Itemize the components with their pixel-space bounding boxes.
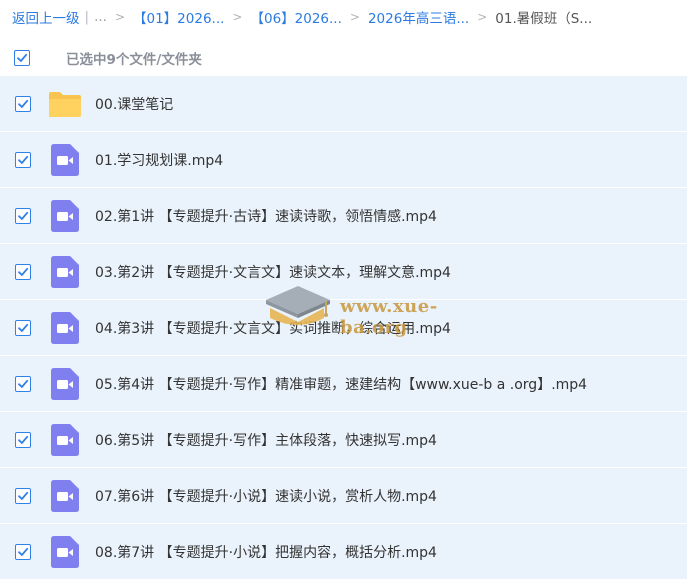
file-name[interactable]: 04.第3讲 【专题提升·文言文】实词推断，综合运用.mp4 — [95, 318, 451, 338]
file-row[interactable]: 04.第3讲 【专题提升·文言文】实词推断，综合运用.mp4 — [0, 300, 687, 356]
file-row[interactable]: 07.第6讲 【专题提升·小说】速读小说，赏析人物.mp4 — [0, 468, 687, 524]
file-name[interactable]: 05.第4讲 【专题提升·写作】精准审题，速建结构【www.xue-b a .o… — [95, 374, 587, 394]
folder-icon — [47, 87, 83, 121]
video-icon — [47, 199, 83, 233]
checkmark-icon — [18, 267, 29, 276]
file-row[interactable]: 08.第7讲 【专题提升·小说】把握内容，概括分析.mp4 — [0, 524, 687, 580]
chevron-right-icon: > — [477, 9, 488, 24]
checkmark-icon — [18, 379, 29, 388]
file-name[interactable]: 08.第7讲 【专题提升·小说】把握内容，概括分析.mp4 — [95, 542, 437, 562]
checkmark-icon — [18, 155, 29, 164]
file-row[interactable]: 00.课堂笔记 — [0, 76, 687, 132]
video-icon — [47, 479, 83, 513]
row-checkbox[interactable] — [15, 207, 31, 224]
row-checkbox[interactable] — [15, 375, 31, 392]
chevron-right-icon: > — [349, 9, 360, 24]
breadcrumb-separator: | — [84, 8, 90, 25]
checkmark-icon — [18, 435, 29, 444]
breadcrumb: 返回上一级 | ... > 【01】2026... > 【06】2026... … — [0, 0, 687, 33]
file-name[interactable]: 07.第6讲 【专题提升·小说】速读小说，赏析人物.mp4 — [95, 486, 437, 506]
file-name[interactable]: 02.第1讲 【专题提升·古诗】速读诗歌，领悟情感.mp4 — [95, 206, 437, 226]
row-checkbox[interactable] — [15, 543, 31, 560]
file-row[interactable]: 06.第5讲 【专题提升·写作】主体段落，快速拟写.mp4 — [0, 412, 687, 468]
row-checkbox[interactable] — [15, 487, 31, 504]
selection-bar: 已选中9个文件/文件夹 — [0, 40, 687, 76]
video-icon — [47, 143, 83, 177]
selection-count: 已选中9个文件/文件夹 — [66, 52, 202, 68]
video-icon — [47, 535, 83, 569]
file-name[interactable]: 06.第5讲 【专题提升·写作】主体段落，快速拟写.mp4 — [95, 430, 437, 450]
video-icon — [47, 311, 83, 345]
back-link[interactable]: 返回上一级 — [12, 7, 80, 27]
file-name[interactable]: 01.学习规划课.mp4 — [95, 150, 223, 170]
row-checkbox[interactable] — [15, 431, 31, 448]
breadcrumb-ellipsis[interactable]: ... — [94, 9, 107, 25]
breadcrumb-current: 01.暑假班（S... — [495, 10, 593, 27]
breadcrumb-link[interactable]: 2026年高三语... — [368, 7, 469, 27]
breadcrumb-link[interactable]: 【01】2026... — [133, 7, 224, 27]
row-checkbox[interactable] — [15, 319, 31, 336]
file-row[interactable]: 05.第4讲 【专题提升·写作】精准审题，速建结构【www.xue-b a .o… — [0, 356, 687, 412]
checkmark-icon — [18, 491, 29, 500]
file-row[interactable]: 01.学习规划课.mp4 — [0, 132, 687, 188]
checkmark-icon — [18, 99, 29, 108]
file-name[interactable]: 03.第2讲 【专题提升·文言文】速读文本，理解文意.mp4 — [95, 262, 451, 282]
row-checkbox[interactable] — [15, 95, 31, 112]
video-icon — [47, 367, 83, 401]
row-checkbox[interactable] — [15, 263, 31, 280]
chevron-right-icon: > — [232, 9, 243, 24]
file-row[interactable]: 03.第2讲 【专题提升·文言文】速读文本，理解文意.mp4 — [0, 244, 687, 300]
video-icon — [47, 255, 83, 289]
checkmark-icon — [18, 211, 29, 220]
checkmark-icon — [18, 547, 29, 556]
chevron-right-icon: > — [114, 9, 125, 24]
row-checkbox[interactable] — [15, 151, 31, 168]
checkmark-icon — [17, 53, 28, 62]
select-all-checkbox[interactable] — [14, 50, 30, 66]
file-row[interactable]: 02.第1讲 【专题提升·古诗】速读诗歌，领悟情感.mp4 — [0, 188, 687, 244]
breadcrumb-link[interactable]: 【06】2026... — [250, 7, 341, 27]
file-name[interactable]: 00.课堂笔记 — [95, 94, 173, 114]
file-list: 00.课堂笔记 01.学习规划课.mp4 02.第1讲 【专题提升·古诗】速读诗… — [0, 76, 687, 580]
video-icon — [47, 423, 83, 457]
checkmark-icon — [18, 323, 29, 332]
